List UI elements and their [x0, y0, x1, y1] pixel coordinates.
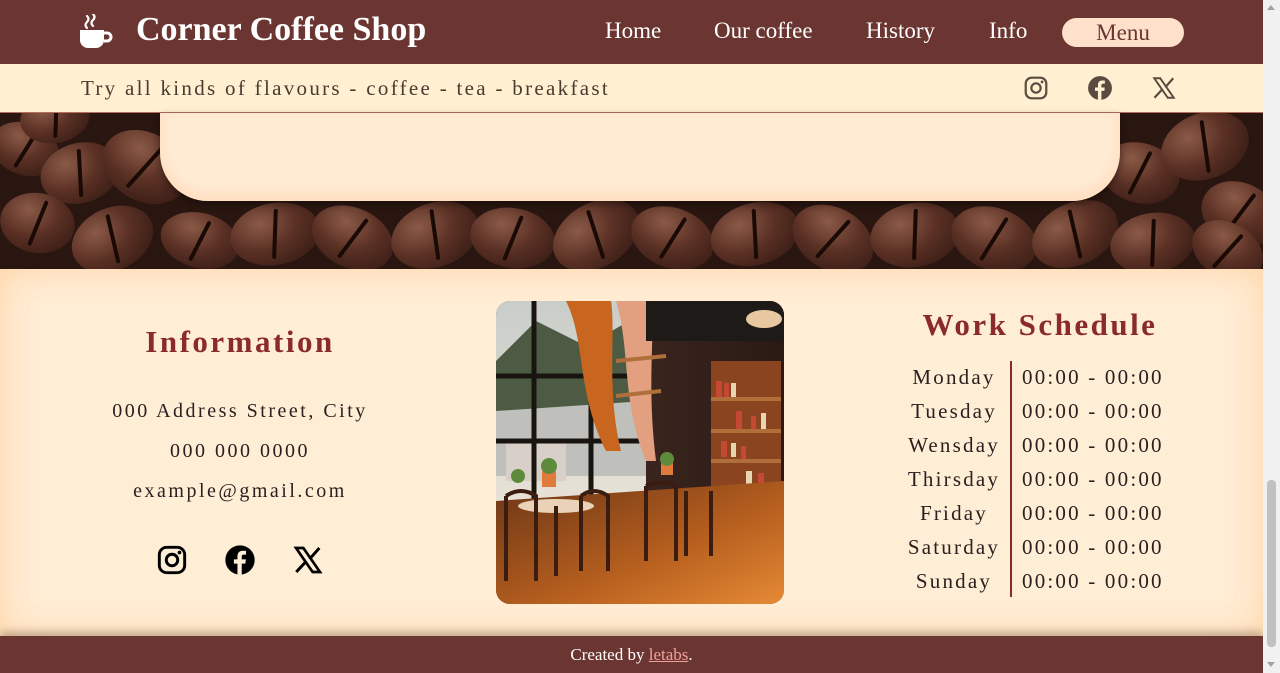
- email-text[interactable]: example@gmail.com: [0, 480, 480, 503]
- tagline-bar: Try all kinds of flavours - coffee - tea…: [0, 64, 1263, 113]
- schedule-day: Sunday: [915, 569, 993, 593]
- schedule-row-saturday: Saturday 00:00 - 00:00: [890, 531, 1190, 565]
- brand-title[interactable]: Corner Coffee Shop: [136, 11, 426, 49]
- schedule-hours: 00:00 - 00:00: [1022, 535, 1164, 559]
- tagline: Try all kinds of flavours - coffee - tea…: [81, 76, 610, 100]
- credit-author-link[interactable]: letabs: [649, 645, 689, 664]
- address-text: 000 Address Street, City: [112, 400, 368, 422]
- scroll-down-arrow-icon[interactable]: [1267, 662, 1275, 667]
- schedule-row-monday: Monday 00:00 - 00:00: [890, 361, 1190, 395]
- schedule-row-wednesday: Wensday 00:00 - 00:00: [890, 429, 1190, 463]
- instagram-icon[interactable]: [156, 544, 188, 576]
- content-card-bottom: [160, 113, 1120, 201]
- nav-home[interactable]: Home: [605, 18, 661, 44]
- cafe-interior-photo: [496, 301, 784, 604]
- work-schedule-heading: Work Schedule: [922, 307, 1158, 342]
- schedule-day: Friday: [919, 501, 989, 525]
- schedule-hours: 00:00 - 00:00: [1022, 433, 1164, 457]
- facebook-icon[interactable]: [1087, 75, 1113, 101]
- schedule-hours: 00:00 - 00:00: [1022, 569, 1164, 593]
- schedule-row-friday: Friday 00:00 - 00:00: [890, 497, 1190, 531]
- schedule-day: Wensday: [908, 433, 1000, 457]
- coffee-bean: [703, 192, 807, 269]
- x-icon[interactable]: [292, 544, 324, 576]
- credit-suffix: .: [688, 645, 693, 664]
- coffee-bean: [225, 195, 325, 269]
- schedule-hours: 00:00 - 00:00: [1022, 467, 1164, 491]
- schedule-day: Thirsday: [907, 467, 1001, 491]
- coffee-bean: [865, 195, 965, 269]
- top-navbar: Corner Coffee Shop Home Our coffee Histo…: [0, 0, 1263, 64]
- schedule-day: Monday: [912, 365, 996, 389]
- nav-history[interactable]: History: [866, 18, 935, 44]
- schedule-day: Tuesday: [911, 399, 997, 423]
- scroll-up-arrow-icon[interactable]: [1267, 5, 1275, 10]
- phone-text: 000 000 0000: [170, 440, 310, 462]
- scrollbar-thumb[interactable]: [1267, 480, 1276, 647]
- footer-info-section: Information 000 Address Street, City 000…: [0, 269, 1263, 636]
- schedule-hours: 00:00 - 00:00: [1022, 365, 1164, 389]
- menu-button[interactable]: Menu: [1062, 18, 1184, 47]
- coffee-cup-icon: [80, 14, 113, 48]
- schedule-day: Saturday: [907, 535, 1001, 559]
- nav-info[interactable]: Info: [989, 18, 1027, 44]
- instagram-icon[interactable]: [1023, 75, 1049, 101]
- credit-prefix: Created by: [570, 645, 649, 664]
- schedule-row-tuesday: Tuesday 00:00 - 00:00: [890, 395, 1190, 429]
- coffee-bean: [1105, 206, 1200, 269]
- credit-footer: Created by letabs.: [0, 636, 1263, 673]
- coffee-bean: [780, 190, 886, 269]
- coffee-bean: [622, 195, 723, 269]
- nav-our-coffee[interactable]: Our coffee: [714, 18, 813, 44]
- schedule-row-sunday: Sunday 00:00 - 00:00: [890, 565, 1190, 599]
- coffee-bean: [942, 194, 1046, 269]
- x-icon[interactable]: [1151, 75, 1177, 101]
- coffee-bean: [60, 192, 165, 269]
- information-heading: Information: [145, 324, 335, 359]
- coffee-bean: [465, 201, 560, 269]
- schedule-hours: 00:00 - 00:00: [1022, 501, 1164, 525]
- schedule-row-thursday: Thirsday 00:00 - 00:00: [890, 463, 1190, 497]
- coffee-bean: [301, 192, 404, 269]
- facebook-icon[interactable]: [224, 544, 256, 576]
- schedule-hours: 00:00 - 00:00: [1022, 399, 1164, 423]
- page-scrollbar[interactable]: [1263, 0, 1280, 673]
